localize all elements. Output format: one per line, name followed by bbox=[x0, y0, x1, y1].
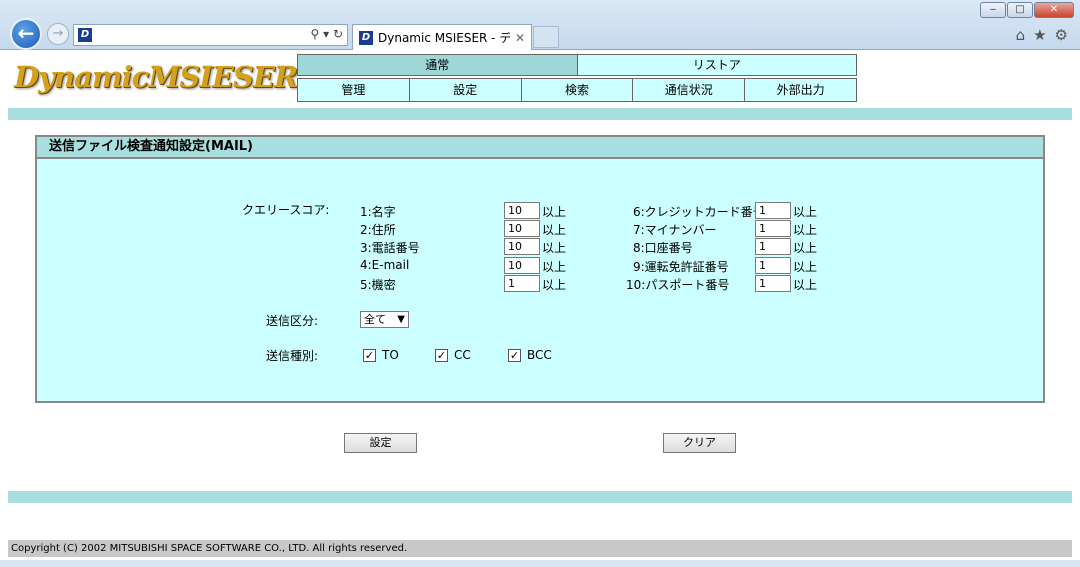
new-tab-button[interactable] bbox=[533, 26, 559, 48]
checkbox-bcc[interactable]: ✓ BCC bbox=[508, 348, 552, 362]
address-bar[interactable]: D ⚲ ▾ ↻ bbox=[73, 24, 348, 46]
score-input-my-number[interactable]: 1 bbox=[755, 220, 791, 237]
tab-normal[interactable]: 通常 bbox=[297, 54, 578, 76]
copyright-footer: Copyright (C) 2002 MITSUBISHI SPACE SOFT… bbox=[8, 540, 1072, 557]
menu-item-manage[interactable]: 管理 bbox=[297, 78, 410, 102]
score-label: 10:パスポート番号 bbox=[626, 278, 730, 292]
score-input-name[interactable]: 10 bbox=[504, 202, 540, 219]
checkbox-label: CC bbox=[454, 348, 471, 362]
checkbox-label: BCC bbox=[527, 348, 552, 362]
score-label: 9:運転免許証番号 bbox=[633, 260, 729, 274]
window-controls: ‒ □ ✕ bbox=[980, 2, 1074, 18]
set-button[interactable]: 設定 bbox=[344, 433, 417, 453]
home-icon[interactable]: ⌂ bbox=[1016, 26, 1026, 44]
score-unit: 以上 bbox=[542, 241, 567, 255]
checkbox-cc[interactable]: ✓ CC bbox=[435, 348, 471, 362]
header-divider-band bbox=[8, 108, 1072, 120]
checkbox-to[interactable]: ✓ TO bbox=[363, 348, 399, 362]
browser-toolbar-icons: ⌂ ★ ⚙ bbox=[1016, 26, 1068, 44]
minimize-icon[interactable]: ‒ bbox=[980, 2, 1006, 18]
send-class-label: 送信区分: bbox=[266, 314, 319, 328]
back-arrow-icon[interactable]: ← bbox=[10, 18, 42, 50]
menu-item-export[interactable]: 外部出力 bbox=[744, 78, 857, 102]
score-input-credit-card[interactable]: 1 bbox=[755, 202, 791, 219]
score-label: 3:電話番号 bbox=[360, 241, 420, 255]
send-class-select[interactable]: 全て ▼ bbox=[360, 311, 409, 328]
score-label: 6:クレジットカード番号 bbox=[633, 205, 765, 219]
page-content: DynamicMSIESER 通常 リストア 管理 設定 検索 通信状況 外部出… bbox=[0, 50, 1080, 567]
score-unit: 以上 bbox=[793, 278, 818, 292]
score-input-drivers-license[interactable]: 1 bbox=[755, 257, 791, 274]
score-label: 4:E-mail bbox=[360, 258, 410, 272]
forward-arrow-icon[interactable]: → bbox=[47, 23, 69, 45]
score-input-passport[interactable]: 1 bbox=[755, 275, 791, 292]
menu-item-traffic[interactable]: 通信状況 bbox=[632, 78, 746, 102]
menu-item-settings[interactable]: 設定 bbox=[408, 78, 522, 102]
close-icon[interactable]: ✕ bbox=[1034, 2, 1074, 18]
footer-divider-band bbox=[8, 491, 1072, 503]
window-bottom-border bbox=[0, 560, 1080, 567]
browser-tab[interactable]: D Dynamic MSIESER - デ... ✕ bbox=[352, 24, 532, 50]
tab-restore[interactable]: リストア bbox=[576, 54, 857, 76]
score-input-bank-account[interactable]: 1 bbox=[755, 238, 791, 255]
score-input-phone[interactable]: 10 bbox=[504, 238, 540, 255]
panel-title: 送信ファイル検査通知設定(MAIL) bbox=[37, 137, 1043, 159]
score-label: 2:住所 bbox=[360, 223, 396, 237]
maximize-icon[interactable]: □ bbox=[1007, 2, 1033, 18]
tab-favicon-icon: D bbox=[359, 30, 373, 45]
score-unit: 以上 bbox=[793, 260, 818, 274]
score-unit: 以上 bbox=[793, 223, 818, 237]
browser-chrome: ‒ □ ✕ ← → D ⚲ ▾ ↻ D Dynamic MSIESER - デ.… bbox=[0, 0, 1080, 50]
chevron-down-icon: ▼ bbox=[397, 314, 405, 325]
clear-button[interactable]: クリア bbox=[663, 433, 736, 453]
query-score-label: クエリースコア: bbox=[242, 203, 330, 217]
score-label: 8:口座番号 bbox=[633, 241, 693, 255]
score-input-address[interactable]: 10 bbox=[504, 220, 540, 237]
score-unit: 以上 bbox=[793, 205, 818, 219]
score-label: 5:機密 bbox=[360, 278, 396, 292]
settings-panel: 送信ファイル検査通知設定(MAIL) クエリースコア: 1:名字 10 以上 2… bbox=[35, 135, 1045, 403]
gear-icon[interactable]: ⚙ bbox=[1055, 26, 1068, 44]
score-unit: 以上 bbox=[542, 223, 567, 237]
send-type-label: 送信種別: bbox=[266, 349, 319, 363]
checkmark-icon: ✓ bbox=[435, 348, 448, 362]
address-bar-actions[interactable]: ⚲ ▾ ↻ bbox=[311, 27, 344, 41]
favorites-star-icon[interactable]: ★ bbox=[1033, 26, 1046, 44]
tab-close-icon[interactable]: ✕ bbox=[515, 31, 525, 45]
tab-title: Dynamic MSIESER - デ... bbox=[378, 31, 510, 45]
score-unit: 以上 bbox=[542, 205, 567, 219]
checkmark-icon: ✓ bbox=[508, 348, 521, 362]
checkmark-icon: ✓ bbox=[363, 348, 376, 362]
score-unit: 以上 bbox=[542, 260, 567, 274]
site-favicon-icon: D bbox=[78, 28, 92, 42]
mode-tabs: 通常 リストア bbox=[297, 54, 857, 76]
score-unit: 以上 bbox=[542, 278, 567, 292]
send-class-value: 全て bbox=[364, 313, 386, 326]
checkbox-label: TO bbox=[382, 348, 399, 362]
score-input-email[interactable]: 10 bbox=[504, 257, 540, 274]
score-label: 7:マイナンバー bbox=[633, 223, 717, 237]
score-input-confidential[interactable]: 1 bbox=[504, 275, 540, 292]
score-label: 1:名字 bbox=[360, 205, 396, 219]
app-logo: DynamicMSIESER bbox=[14, 60, 298, 94]
main-menu: 管理 設定 検索 通信状況 外部出力 bbox=[297, 78, 857, 102]
score-unit: 以上 bbox=[793, 241, 818, 255]
menu-item-search[interactable]: 検索 bbox=[520, 78, 634, 102]
